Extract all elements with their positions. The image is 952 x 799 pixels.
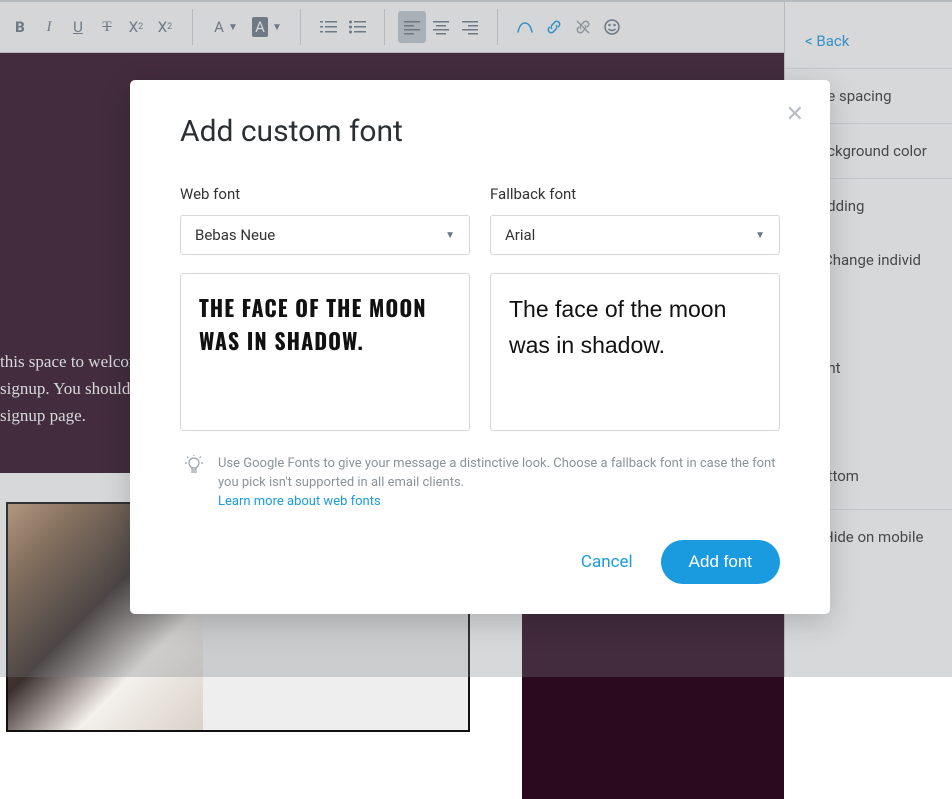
add-font-button[interactable]: Add font	[661, 540, 780, 584]
web-font-select[interactable]: Bebas Neue ▼	[180, 215, 470, 255]
modal-title: Add custom font	[180, 114, 780, 149]
learn-more-link[interactable]: Learn more about web fonts	[218, 494, 381, 509]
close-icon[interactable]: ✕	[786, 102, 804, 127]
web-font-label: Web font	[180, 185, 470, 203]
chevron-down-icon: ▼	[755, 230, 765, 241]
lightbulb-icon	[184, 455, 204, 479]
web-font-preview: The face of the moon was in shadow.	[180, 273, 470, 431]
chevron-down-icon: ▼	[445, 230, 455, 241]
fallback-font-label: Fallback font	[490, 185, 780, 203]
add-font-modal: ✕ Add custom font Web font Bebas Neue ▼ …	[130, 80, 830, 614]
web-font-value: Bebas Neue	[195, 226, 275, 244]
cancel-button[interactable]: Cancel	[581, 552, 633, 572]
fallback-font-select[interactable]: Arial ▼	[490, 215, 780, 255]
fallback-font-preview: The face of the moon was in shadow.	[490, 273, 780, 431]
tip-text: Use Google Fonts to give your message a …	[218, 456, 775, 490]
fallback-font-value: Arial	[505, 226, 535, 244]
